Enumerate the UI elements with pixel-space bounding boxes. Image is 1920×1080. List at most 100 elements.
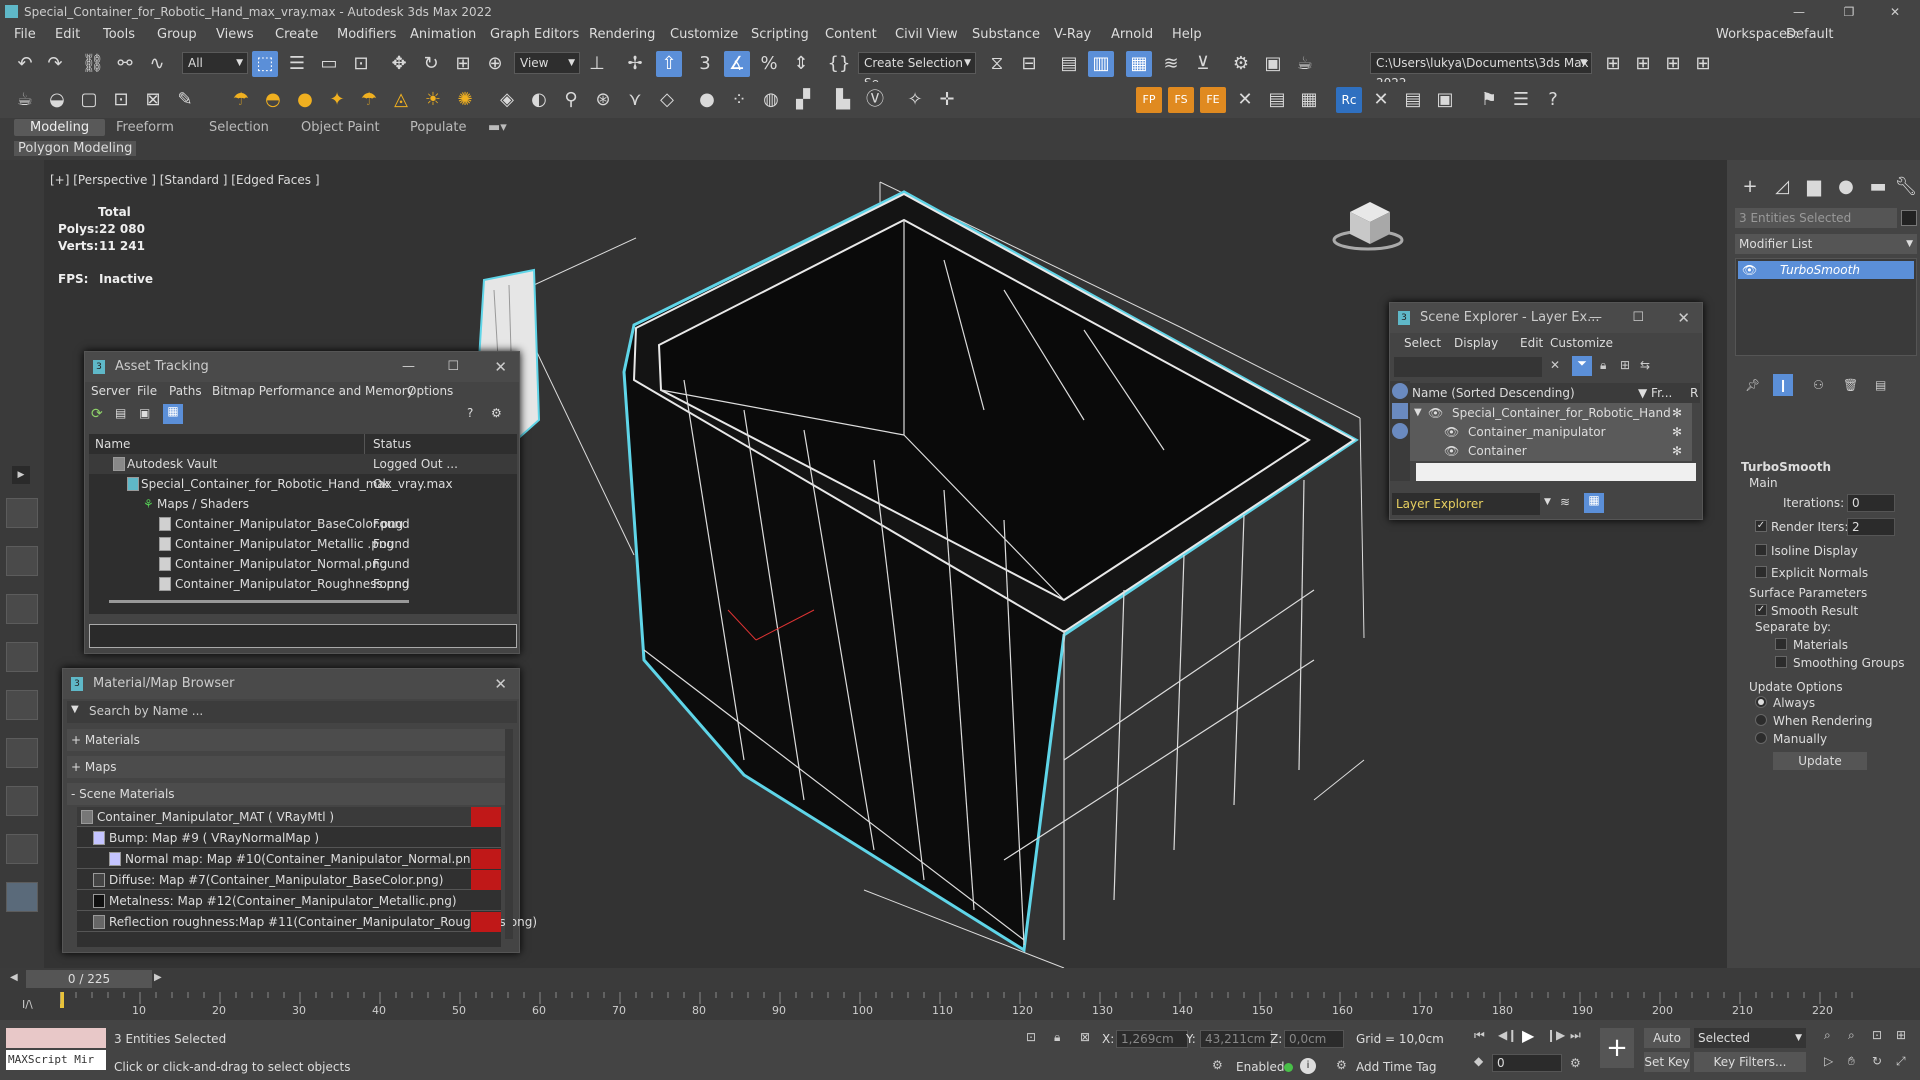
minimize-button[interactable]: — [402, 352, 415, 382]
table-view-icon[interactable]: ▦ [163, 404, 183, 424]
update-button[interactable]: Update [1773, 752, 1867, 770]
snap-icon[interactable]: ✛ [934, 87, 960, 113]
tab-object-paint[interactable]: Object Paint [301, 120, 380, 135]
orbit-icon[interactable]: ↻ [1872, 1054, 1882, 1068]
project-icon-3[interactable]: ⊞ [1660, 51, 1686, 77]
isoline-checkbox[interactable] [1755, 544, 1767, 556]
render-icon[interactable]: ☕ [1292, 51, 1318, 77]
tab-populate[interactable]: Populate [410, 120, 467, 135]
tab-selection[interactable]: Selection [209, 120, 269, 135]
project-icon-1[interactable]: ⊞ [1600, 51, 1626, 77]
stack-visibility-icon[interactable]: 👁︎ [1742, 261, 1757, 279]
menu-modifiers[interactable]: Modifiers [337, 24, 396, 46]
goto-start-icon[interactable]: ⏮ [1474, 1028, 1485, 1043]
vray-light-icon[interactable]: ◒ [44, 87, 70, 113]
polygon-modeling-tab[interactable]: Polygon Modeling [14, 141, 137, 156]
list-view-icon[interactable]: ▤ [115, 406, 131, 422]
layout-icon-5[interactable] [6, 690, 38, 720]
set-key-big-icon[interactable]: + [1600, 1028, 1634, 1068]
tree-item[interactable]: 👁︎ Container_manipulator ✻ [1410, 422, 1692, 442]
table-row[interactable]: Container_Manipulator_Roughness.png Foun… [89, 574, 517, 594]
render-iters-spinner[interactable]: 2 [1847, 518, 1895, 536]
stack-item[interactable]: 👁︎ TurboSmooth [1738, 261, 1914, 279]
minimize-button[interactable]: — [1589, 303, 1602, 333]
visibility-icon[interactable]: 👁︎ [1444, 422, 1459, 442]
remove-modifier-icon[interactable]: 🗑︎ [1843, 378, 1858, 392]
menu-animation[interactable]: Animation [410, 24, 476, 46]
selection-set-dropdown[interactable]: Create Selection Se▼ [858, 52, 976, 90]
help-icon[interactable]: ? [1540, 87, 1566, 113]
sun-icon[interactable]: ☀ [420, 87, 446, 113]
select-by-name-icon[interactable]: ☰ [284, 51, 310, 77]
env-icon[interactable]: ◍ [758, 87, 784, 113]
thumb-view-icon[interactable]: ▣ [139, 406, 155, 422]
search-input[interactable]: Search by Name ... [89, 704, 203, 718]
menu-edit[interactable]: Edit [55, 24, 80, 46]
minimize-button[interactable]: — [1776, 0, 1822, 24]
fs-icon[interactable]: FS [1168, 87, 1194, 113]
scene-materials-section[interactable]: - Scene Materials [67, 783, 513, 805]
menu-scripting[interactable]: Scripting [751, 24, 809, 46]
sphere-icon[interactable]: ● [694, 87, 720, 113]
selection-name-field[interactable]: 3 Entities Selected [1735, 208, 1897, 228]
rollout-title[interactable]: TurboSmooth [1741, 460, 1831, 474]
render-iters-checkbox[interactable]: ✓ [1755, 520, 1767, 532]
link-icon[interactable]: ⛓ [80, 51, 106, 77]
when-rendering-radio[interactable] [1755, 714, 1767, 726]
menu-customize[interactable]: Customize [1550, 336, 1613, 350]
pin-stack-icon[interactable]: 📌︎ [1745, 378, 1760, 392]
project-path-dropdown[interactable]: C:\Users\lukya\Documents\3ds Max 2022▼ [1370, 52, 1592, 90]
material-editor-icon[interactable]: ⊻ [1190, 51, 1216, 77]
menu-views[interactable]: Views [216, 24, 254, 46]
next-key-icon[interactable]: ❙▶ [1546, 1028, 1565, 1042]
keyboard-shortcut-icon[interactable]: ⇧ [656, 51, 682, 77]
render-frame-icon[interactable]: ▣ [1260, 51, 1286, 77]
vray-fur-icon[interactable]: ⊠ [140, 87, 166, 113]
dropdown-arrow-icon[interactable]: ▼ [1544, 497, 1551, 507]
pivot-icon[interactable]: ⊥ [584, 51, 610, 77]
layout-icon-8[interactable] [6, 834, 38, 864]
light-dome-icon[interactable]: ◓ [260, 87, 286, 113]
close-button[interactable]: ✕ [1677, 303, 1690, 333]
z-coordinate[interactable]: 0,0cm [1284, 1030, 1344, 1048]
ribbon-options-icon[interactable]: ▬▾ [488, 120, 507, 135]
tree-item[interactable]: ▼ 👁︎ Special_Container_for_Robotic_Hand … [1410, 403, 1692, 423]
find-input[interactable] [1394, 357, 1542, 377]
material-browser-titlebar[interactable]: 3 Material/Map Browser ✕ [63, 669, 519, 699]
curve-editor-icon[interactable]: ▦ [1126, 51, 1152, 77]
make-unique-icon[interactable]: ⚇ [1813, 378, 1824, 392]
y-coordinate[interactable]: 43,211cm [1200, 1030, 1272, 1048]
modifier-list-dropdown[interactable]: Modifier List ▼ [1735, 234, 1917, 254]
table-row[interactable]: Container_Manipulator_Normal.png Found [89, 554, 517, 574]
mirror-icon[interactable]: ⧖ [984, 51, 1010, 77]
menu-group[interactable]: Group [157, 24, 197, 46]
layout-icon-2[interactable] [6, 546, 38, 576]
material-item[interactable]: Reflection roughness:Map #11(Container_M… [77, 912, 537, 932]
layout-icon-9[interactable] [6, 882, 38, 912]
rc-icon[interactable]: Rc [1336, 87, 1362, 113]
set-key-button[interactable]: Set Key [1644, 1052, 1690, 1072]
hierarchy-icon[interactable]: ⊞ [1620, 358, 1630, 372]
table-row[interactable]: Special_Container_for_Robotic_Hand_max_v… [89, 474, 517, 494]
col-frozen[interactable]: ▼ Fr... [1638, 383, 1672, 403]
visibility-icon[interactable]: 👁︎ [1428, 403, 1443, 423]
manually-radio[interactable] [1755, 732, 1767, 744]
workspace-dropdown[interactable]: Default [1786, 24, 1834, 46]
display-lights-icon[interactable] [1392, 423, 1408, 439]
toggle-ribbon-icon[interactable]: ▥ [1088, 51, 1114, 77]
play-icon[interactable]: ▶ [1522, 1026, 1534, 1045]
tab-modeling[interactable]: Modeling [14, 119, 106, 136]
menu-edit[interactable]: Edit [1520, 336, 1543, 350]
layer-explorer-icon[interactable]: ▤ [1056, 51, 1082, 77]
display-tab-icon[interactable]: ▬ [1865, 174, 1891, 200]
vray-v-icon[interactable]: Ⓥ [862, 87, 888, 113]
x-coordinate[interactable]: 1,269cm [1116, 1030, 1188, 1048]
layout-icon-7[interactable] [6, 786, 38, 816]
hierarchy-tab-icon[interactable]: ▆ [1801, 174, 1827, 200]
always-radio[interactable] [1755, 696, 1767, 708]
vray-tools-icon[interactable]: ▙ [830, 87, 856, 113]
utilities-tab-icon[interactable]: 🔧︎ [1893, 174, 1919, 200]
menu-file[interactable]: File [14, 24, 36, 46]
maps-section[interactable]: + Maps [67, 756, 513, 778]
list-icon[interactable]: ☰ [1508, 87, 1534, 113]
